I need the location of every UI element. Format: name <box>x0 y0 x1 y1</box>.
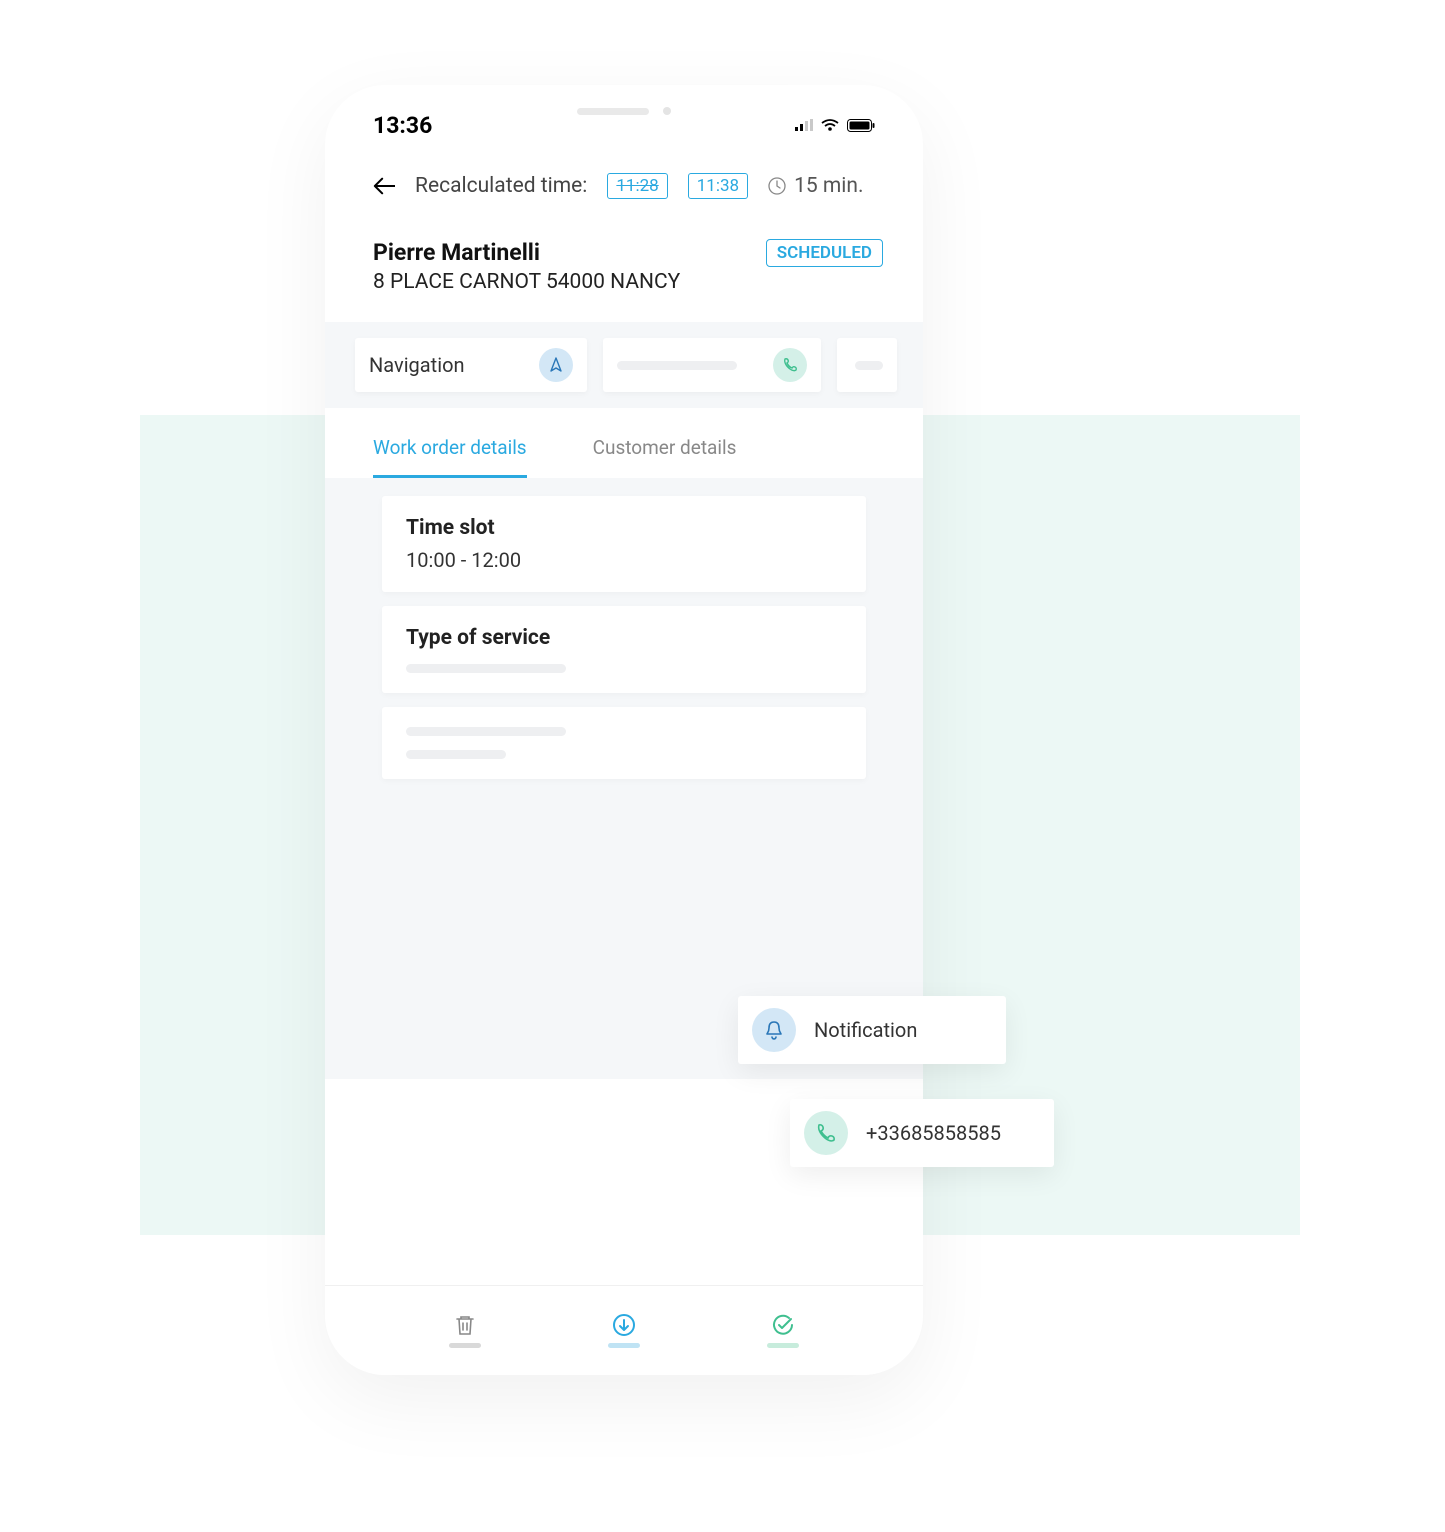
customer-address: 8 PLACE CARNOT 54000 NANCY <box>373 270 680 294</box>
statusbar-time: 13:36 <box>373 112 432 139</box>
back-button[interactable] <box>373 175 395 197</box>
additional-card[interactable] <box>837 338 897 392</box>
timeslot-card: Time slot 10:00 - 12:00 <box>382 496 866 592</box>
bottom-download[interactable] <box>608 1313 640 1348</box>
trash-icon <box>453 1313 477 1337</box>
old-time-chip: 11:28 <box>607 173 667 199</box>
recalculated-label: Recalculated time: <box>415 174 587 198</box>
clock-icon <box>768 177 786 195</box>
arrow-down-circle-icon <box>612 1313 636 1337</box>
tab-work-order-details[interactable]: Work order details <box>373 436 527 478</box>
phone-number: +33685858585 <box>866 1121 1001 1145</box>
duration-text: 15 min. <box>794 174 863 198</box>
navigation-icon <box>539 348 573 382</box>
battery-icon <box>847 119 875 132</box>
bottom-delete[interactable] <box>449 1313 481 1348</box>
placeholder-text <box>406 750 506 759</box>
navigation-card[interactable]: Navigation <box>355 338 587 392</box>
phone-icon <box>804 1111 848 1155</box>
new-time-chip: 11:38 <box>688 173 748 199</box>
customer-block: Pierre Martinelli 8 PLACE CARNOT 54000 N… <box>325 199 923 322</box>
statusbar-indicators <box>795 119 875 132</box>
tabs: Work order details Customer details <box>325 408 923 478</box>
phone-popover[interactable]: +33685858585 <box>790 1099 1054 1167</box>
signal-icon <box>795 119 813 131</box>
action-row: Navigation <box>325 322 923 408</box>
notch <box>577 107 671 115</box>
notification-popover[interactable]: Notification <box>738 996 1006 1064</box>
service-type-title: Type of service <box>406 626 842 650</box>
status-badge: SCHEDULED <box>766 239 883 267</box>
placeholder-text <box>855 361 883 370</box>
placeholder-text <box>617 361 737 370</box>
placeholder-text <box>406 727 566 736</box>
tab-customer-details[interactable]: Customer details <box>593 436 737 478</box>
timeslot-value: 10:00 - 12:00 <box>406 548 842 572</box>
call-card[interactable] <box>603 338 821 392</box>
check-circle-icon <box>771 1313 795 1337</box>
phone-icon <box>773 348 807 382</box>
notification-label: Notification <box>814 1018 917 1042</box>
placeholder-card <box>382 707 866 779</box>
content-area: Time slot 10:00 - 12:00 Type of service <box>325 478 923 1079</box>
placeholder-text <box>406 664 566 673</box>
navigation-label: Navigation <box>369 353 465 377</box>
wifi-icon <box>821 119 839 131</box>
header-row: Recalculated time: 11:28 11:38 15 min. <box>325 145 923 199</box>
customer-name: Pierre Martinelli <box>373 239 680 266</box>
timeslot-title: Time slot <box>406 516 842 540</box>
bottom-bar <box>325 1285 923 1375</box>
bell-icon <box>752 1008 796 1052</box>
status-bar: 13:36 <box>325 85 923 145</box>
bottom-confirm[interactable] <box>767 1313 799 1348</box>
phone-frame: 13:36 <box>325 85 923 1375</box>
service-type-card: Type of service <box>382 606 866 693</box>
